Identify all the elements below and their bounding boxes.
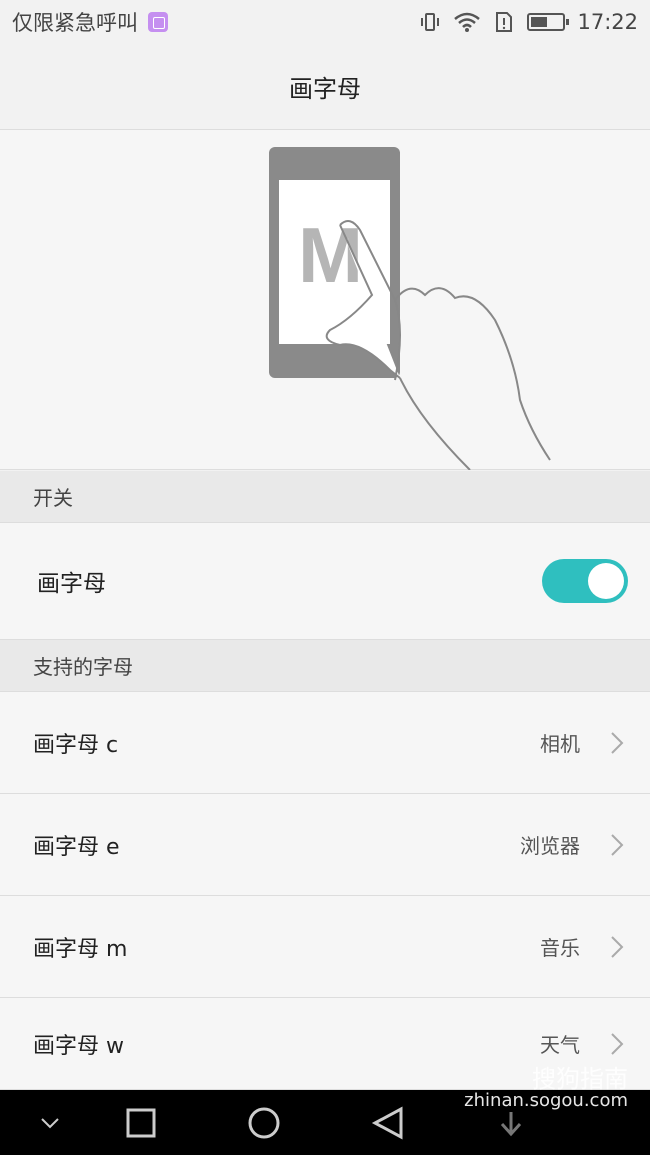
chevron-right-icon — [611, 833, 624, 856]
triangle-back-icon — [371, 1105, 403, 1140]
phone-hand-illustration: M — [269, 147, 551, 471]
chevron-right-icon — [611, 731, 624, 754]
nav-hide-button[interactable] — [30, 1090, 70, 1155]
list-item-value: 浏览器 — [520, 834, 580, 858]
nav-home-button[interactable] — [243, 1090, 285, 1155]
square-icon — [126, 1108, 156, 1137]
draw-letter-toggle-row[interactable]: 画字母 — [0, 523, 650, 640]
section-title-switch: 开关 — [33, 486, 73, 510]
wifi-icon — [454, 12, 481, 32]
list-item-letter-c[interactable]: 画字母 c 相机 — [0, 692, 650, 794]
carrier-text: 仅限紧急呼叫 — [12, 11, 138, 35]
watermark: 搜狗指南 zhinan.sogou.com — [464, 1065, 628, 1112]
list-item-label: 画字母 c — [33, 732, 119, 758]
battery-icon — [527, 13, 570, 31]
list-item-value: 音乐 — [540, 936, 580, 960]
list-item-value: 相机 — [540, 732, 580, 756]
chevron-down-icon — [41, 1117, 59, 1128]
status-bar: 仅限紧急呼叫 17:22 — [0, 0, 650, 44]
page-title: 画字母 — [289, 75, 361, 103]
section-header-switch: 开关 — [0, 471, 650, 523]
draw-letter-switch[interactable] — [542, 559, 628, 603]
vibrate-icon — [421, 13, 440, 31]
title-bar: 画字母 — [0, 44, 650, 130]
section-title-letters: 支持的字母 — [33, 655, 133, 679]
list-item-label: 画字母 e — [33, 834, 120, 860]
list-item-letter-m[interactable]: 画字母 m 音乐 — [0, 896, 650, 998]
chevron-right-icon — [611, 935, 624, 958]
chevron-right-icon — [611, 1032, 624, 1055]
list-item-letter-e[interactable]: 画字母 e 浏览器 — [0, 794, 650, 896]
clock: 17:22 — [577, 10, 638, 34]
circle-icon — [248, 1107, 280, 1138]
watermark-url: zhinan.sogou.com — [464, 1090, 628, 1111]
list-item-label: 画字母 w — [33, 1033, 124, 1059]
toggle-label: 画字母 — [37, 571, 106, 597]
sim-alert-icon — [496, 12, 513, 32]
gesture-illustration: M — [0, 130, 650, 471]
section-header-letters: 支持的字母 — [0, 640, 650, 692]
nav-back-button[interactable] — [367, 1090, 409, 1155]
watermark-title: 搜狗指南 — [532, 1065, 628, 1093]
sim-card-icon — [148, 12, 168, 32]
list-item-value: 天气 — [540, 1033, 580, 1057]
arrow-down-icon — [500, 1111, 522, 1136]
list-item-label: 画字母 m — [33, 936, 128, 962]
nav-recents-button[interactable] — [120, 1090, 162, 1155]
